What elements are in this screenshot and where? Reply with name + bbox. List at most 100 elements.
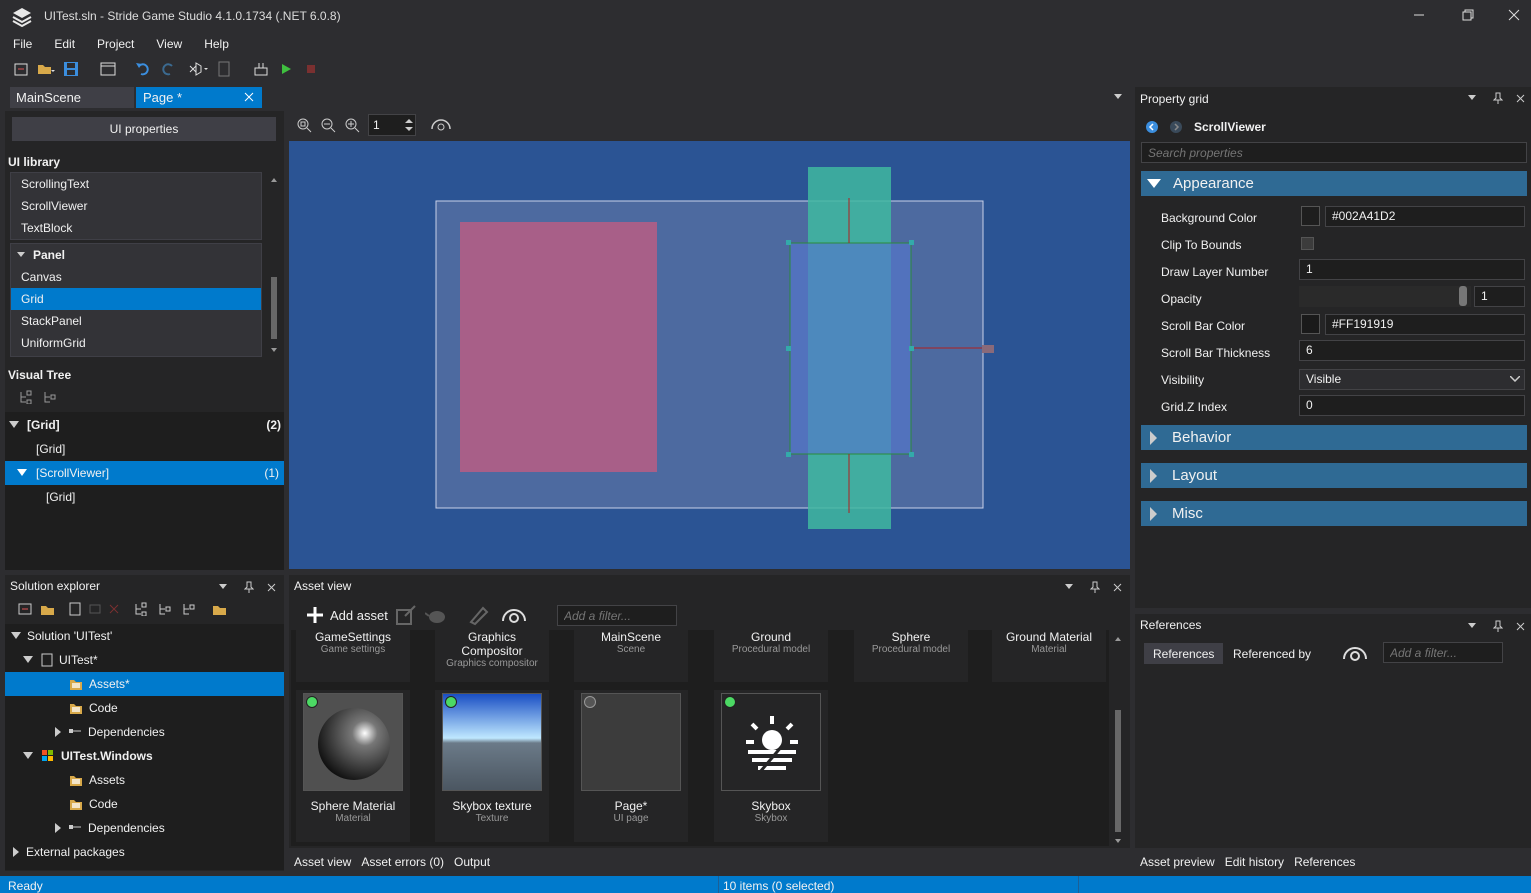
solution-tree-row[interactable]: Assets*	[5, 672, 284, 696]
tab-references[interactable]: References	[1294, 855, 1355, 869]
forward-icon[interactable]	[1169, 120, 1183, 134]
background-color-input[interactable]: #002A41D2	[1325, 206, 1525, 227]
solution-tree-row[interactable]: UITest.Windows	[5, 744, 284, 768]
tab-page[interactable]: Page *	[136, 87, 262, 108]
category-behavior[interactable]: Behavior	[1141, 425, 1527, 450]
view-options-icon[interactable]	[1342, 644, 1368, 662]
visual-studio-icon[interactable]	[188, 58, 210, 80]
solution-tree-row[interactable]: Solution 'UITest'	[5, 624, 284, 648]
solution-tree-row[interactable]: Code	[5, 696, 284, 720]
add-asset-button[interactable]: Add asset	[305, 605, 388, 625]
scroll-bar-thickness-input[interactable]: 6	[1299, 340, 1525, 361]
tab-asset-view[interactable]: Asset view	[294, 855, 351, 869]
collapse-all-icon[interactable]	[43, 390, 59, 404]
asset-card[interactable]: Skybox Skybox	[714, 690, 828, 842]
teapot-icon[interactable]	[425, 605, 449, 625]
references-filter-input[interactable]	[1383, 642, 1503, 663]
document-icon[interactable]	[213, 58, 235, 80]
menu-file[interactable]: File	[2, 34, 43, 54]
pin-icon[interactable]	[1493, 620, 1503, 632]
library-item-uniformgrid[interactable]: UniformGrid	[11, 332, 261, 354]
asset-card[interactable]: Skybox texture Texture	[435, 690, 549, 842]
background-color-swatch[interactable]	[1301, 206, 1320, 226]
tab-output[interactable]: Output	[454, 855, 490, 869]
add-folder-icon[interactable]	[40, 602, 56, 616]
solution-tree-row[interactable]: Code	[5, 792, 284, 816]
asset-card[interactable]: Sphere Procedural model	[854, 630, 968, 682]
tree-row[interactable]: [Grid]	[5, 485, 284, 509]
zoom-input[interactable]: 1	[368, 114, 416, 136]
tab-asset-preview[interactable]: Asset preview	[1140, 855, 1215, 869]
slider-thumb[interactable]	[1459, 286, 1467, 306]
properties-icon[interactable]	[68, 602, 82, 616]
solution-tree-row[interactable]: UITest*	[5, 648, 284, 672]
menu-view[interactable]: View	[145, 34, 193, 54]
library-item-stackpanel[interactable]: StackPanel	[11, 310, 261, 332]
references-tab[interactable]: References	[1144, 643, 1224, 664]
zoom-fit-icon[interactable]	[296, 117, 312, 133]
zoom-in-icon[interactable]	[344, 117, 360, 133]
pin-icon[interactable]	[1090, 581, 1100, 593]
asset-card[interactable]: MainScene Scene	[574, 630, 688, 682]
asset-card[interactable]: Ground Material Material	[992, 630, 1106, 682]
scroll-bar-color-swatch[interactable]	[1301, 314, 1320, 334]
chevron-down-icon[interactable]	[1468, 95, 1476, 101]
tab-edit-history[interactable]: Edit history	[1225, 855, 1284, 869]
tree-row-selected[interactable]: [ScrollViewer] (1)	[5, 461, 284, 485]
tab-mainscene[interactable]: MainScene	[10, 87, 134, 108]
build-icon[interactable]	[250, 58, 272, 80]
close-tab-icon[interactable]	[244, 92, 254, 102]
camera-eye-icon[interactable]	[430, 117, 452, 133]
solution-tree-row[interactable]: Dependencies	[5, 720, 284, 744]
stop-icon[interactable]	[300, 58, 322, 80]
back-icon[interactable]	[1145, 120, 1159, 134]
tab-asset-errors[interactable]: Asset errors (0)	[361, 855, 444, 869]
undo-icon[interactable]	[132, 58, 154, 80]
asset-card[interactable]: GameSettings Game settings	[296, 630, 410, 682]
panel-group-header[interactable]: Panel	[11, 244, 261, 266]
library-item-canvas[interactable]: Canvas	[11, 266, 261, 288]
new-icon[interactable]	[10, 58, 32, 80]
category-misc[interactable]: Misc	[1141, 501, 1527, 526]
menu-help[interactable]: Help	[193, 34, 240, 54]
save-icon[interactable]	[60, 58, 82, 80]
scroll-bar-color-input[interactable]: #FF191919	[1325, 314, 1525, 335]
close-icon[interactable]	[1113, 583, 1122, 592]
expand-all-icon[interactable]	[19, 390, 35, 404]
play-icon[interactable]	[275, 58, 297, 80]
close-icon[interactable]	[267, 583, 276, 592]
minimize-icon[interactable]	[1413, 9, 1425, 21]
library-item[interactable]: ScrollingText	[11, 173, 261, 195]
referenced-by-tab[interactable]: Referenced by	[1233, 647, 1311, 661]
chevron-down-icon[interactable]	[1114, 94, 1122, 100]
opacity-input[interactable]: 1	[1474, 286, 1525, 307]
asset-card[interactable]: Page* UI page	[574, 690, 688, 842]
asset-card[interactable]: Sphere Material Material	[296, 690, 410, 842]
pin-icon[interactable]	[1493, 92, 1503, 104]
clip-to-bounds-checkbox[interactable]	[1301, 237, 1314, 250]
category-appearance[interactable]: Appearance	[1141, 171, 1527, 196]
asset-card[interactable]: Graphics Compositor Graphics compositor	[435, 630, 549, 682]
draw-layer-number-input[interactable]: 1	[1299, 259, 1525, 280]
solution-tree-row[interactable]: External packages	[5, 840, 284, 864]
chevron-down-icon[interactable]	[1468, 623, 1476, 629]
solution-tree-row[interactable]: Assets	[5, 768, 284, 792]
pencil-icon[interactable]	[467, 604, 489, 626]
close-icon[interactable]	[1516, 94, 1525, 103]
tree-row[interactable]: [Grid] (2)	[5, 413, 284, 437]
delete-icon[interactable]	[108, 603, 120, 615]
tree-row[interactable]: [Grid]	[5, 437, 284, 461]
ui-properties-button[interactable]: UI properties	[12, 117, 276, 141]
library-scrollbar[interactable]	[268, 172, 280, 357]
chevron-down-icon[interactable]	[219, 584, 227, 590]
library-item[interactable]: ScrollViewer	[11, 195, 261, 217]
close-icon[interactable]	[1508, 9, 1520, 21]
visibility-dropdown[interactable]: Visible	[1299, 369, 1525, 390]
pin-icon[interactable]	[244, 581, 254, 593]
asset-filter-input[interactable]	[557, 605, 677, 626]
tree-expand-icon[interactable]	[134, 602, 150, 616]
library-item-grid[interactable]: Grid	[11, 288, 261, 310]
open-in-explorer-icon[interactable]	[212, 602, 228, 616]
view-options-icon[interactable]	[501, 605, 527, 625]
library-item[interactable]: TextBlock	[11, 217, 261, 239]
